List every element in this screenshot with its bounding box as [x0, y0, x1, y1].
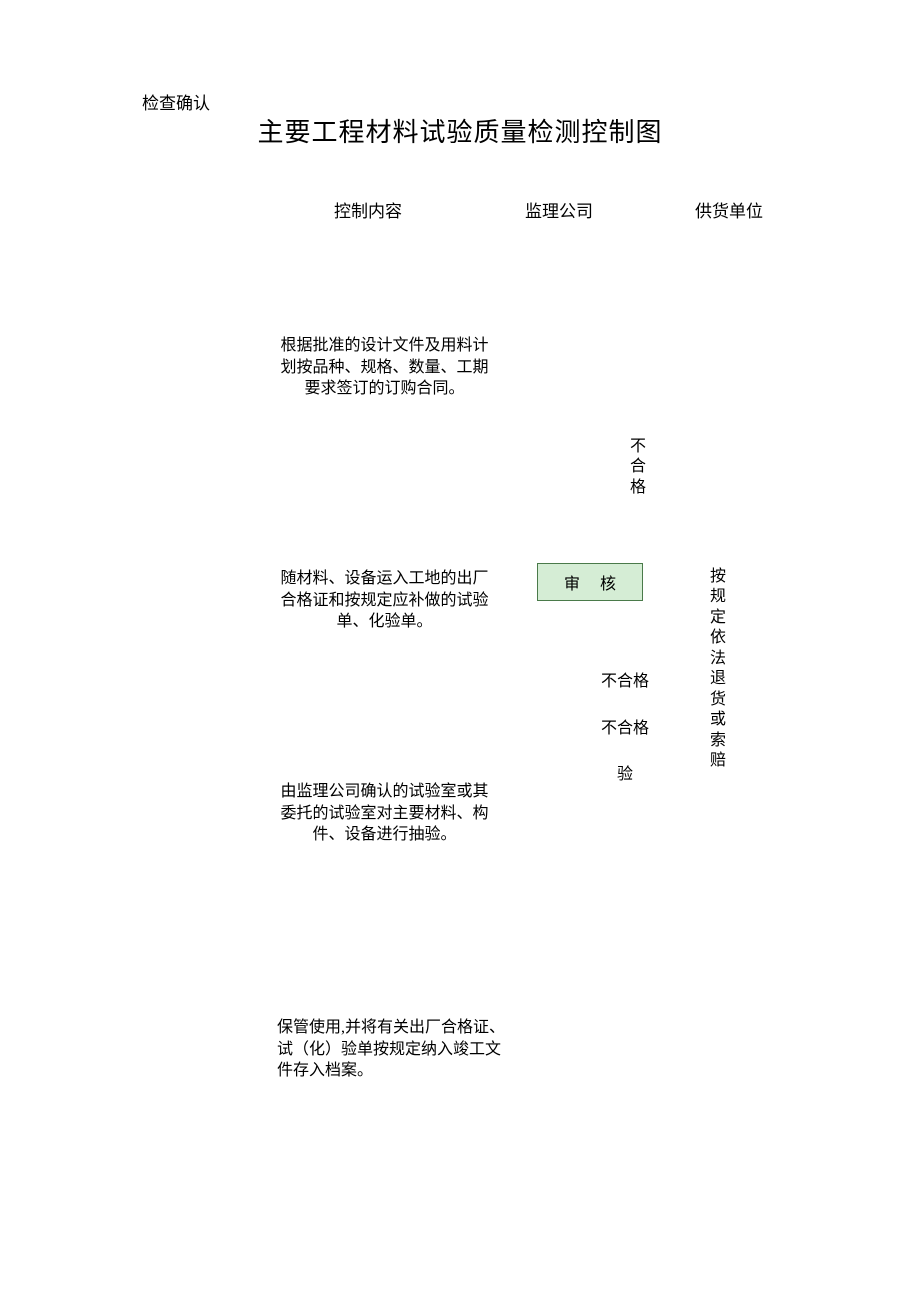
- column-header-content: 控制内容: [334, 197, 402, 222]
- content-block-2: 随材料、设备运入工地的出厂合格证和按规定应补做的试验单、化验单。: [277, 568, 492, 633]
- column-header-supervisor: 监理公司: [525, 197, 593, 222]
- column-header-supplier: 供货单位: [695, 197, 763, 222]
- main-title: 主要工程材料试验质量检测控制图: [0, 112, 920, 149]
- label-inspect: 验: [617, 760, 633, 784]
- content-block-3: 由监理公司确认的试验室或其委托的试验室对主要材料、构件、设备进行抽验。: [277, 781, 492, 846]
- audit-box: 审 核: [537, 563, 643, 601]
- vertical-text-return: 按规定依法退货或索赔: [709, 567, 727, 772]
- content-block-4: 保管使用,并将有关出厂合格证、试（化）验单按规定纳入竣工文件存入档案。: [277, 1017, 507, 1082]
- vertical-text-unqualified: 不合格: [629, 437, 647, 498]
- corner-text: 检查确认: [142, 89, 210, 114]
- label-unqualified-1: 不合格: [601, 667, 649, 691]
- content-block-1: 根据批准的设计文件及用料计划按品种、规格、数量、工期要求签订的订购合同。: [277, 335, 492, 400]
- label-unqualified-2: 不合格: [601, 714, 649, 738]
